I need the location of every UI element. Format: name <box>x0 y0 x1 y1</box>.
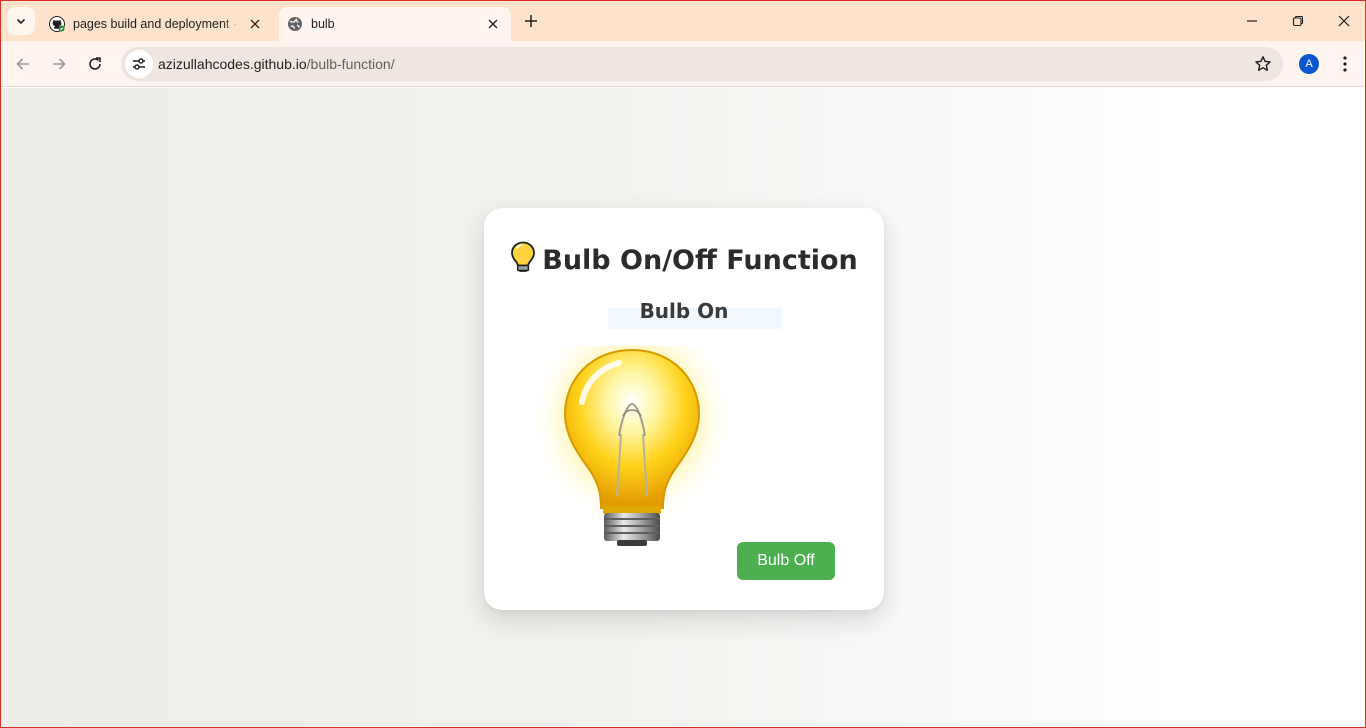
close-window-button[interactable] <box>1321 1 1366 41</box>
minimize-icon <box>1247 20 1257 22</box>
tab-bulb[interactable]: bulb <box>279 7 511 41</box>
site-info-button[interactable] <box>125 50 153 78</box>
bulb-card: Bulb On/Off Function Bulb On Bulb Off <box>484 208 884 610</box>
page-title-text: Bulb On/Off Function <box>542 245 858 276</box>
restore-button[interactable] <box>1275 1 1321 41</box>
reload-icon <box>89 57 101 70</box>
more-vertical-icon <box>1343 56 1347 72</box>
url-text[interactable]: azizullahcodes.github.io/bulb-function/ <box>158 56 395 72</box>
browser-menu-button[interactable] <box>1333 52 1357 76</box>
arrow-right-icon <box>53 58 66 70</box>
close-icon <box>488 19 498 29</box>
star-icon <box>1255 56 1271 71</box>
tab-pages-build[interactable]: pages build and deployment · Azizullahco… <box>41 7 273 41</box>
bulb-toggle-button[interactable]: Bulb Off <box>737 542 835 580</box>
url-host: azizullahcodes.github.io <box>158 56 307 72</box>
browser-toolbar: azizullahcodes.github.io/bulb-function/ … <box>1 41 1365 87</box>
light-bulb-image <box>537 346 727 546</box>
close-icon <box>250 19 260 29</box>
tab-close-button[interactable] <box>483 14 503 34</box>
url-path: /bulb-function/ <box>306 56 395 72</box>
bookmark-button[interactable] <box>1253 54 1273 74</box>
chevron-down-icon <box>16 18 26 25</box>
address-bar[interactable]: azizullahcodes.github.io/bulb-function/ <box>121 47 1283 81</box>
globe-icon <box>288 17 302 31</box>
plus-icon <box>525 15 537 27</box>
restore-icon <box>1292 15 1304 27</box>
forward-button[interactable] <box>43 48 75 80</box>
close-icon <box>1338 15 1350 27</box>
back-button[interactable] <box>7 48 39 80</box>
tab-close-button[interactable] <box>245 14 265 34</box>
tab-search-button[interactable] <box>7 7 35 35</box>
page-viewport: Bulb On/Off Function Bulb On Bulb Off <box>1 88 1365 727</box>
light-bulb-emoji <box>511 241 536 272</box>
github-icon <box>49 16 65 32</box>
tune-icon <box>133 58 145 70</box>
bulb-status: Bulb On <box>639 299 729 323</box>
tab-title: pages build and deployment · Azizullahco… <box>73 17 239 31</box>
profile-avatar[interactable]: A <box>1299 54 1319 74</box>
arrow-left-icon <box>16 58 29 70</box>
minimize-button[interactable] <box>1229 1 1275 41</box>
new-tab-button[interactable] <box>519 9 543 33</box>
reload-button[interactable] <box>79 48 111 80</box>
tab-strip: pages build and deployment · Azizullahco… <box>1 1 1365 41</box>
tab-title: bulb <box>311 17 335 31</box>
page-title: Bulb On/Off Function <box>484 241 884 276</box>
